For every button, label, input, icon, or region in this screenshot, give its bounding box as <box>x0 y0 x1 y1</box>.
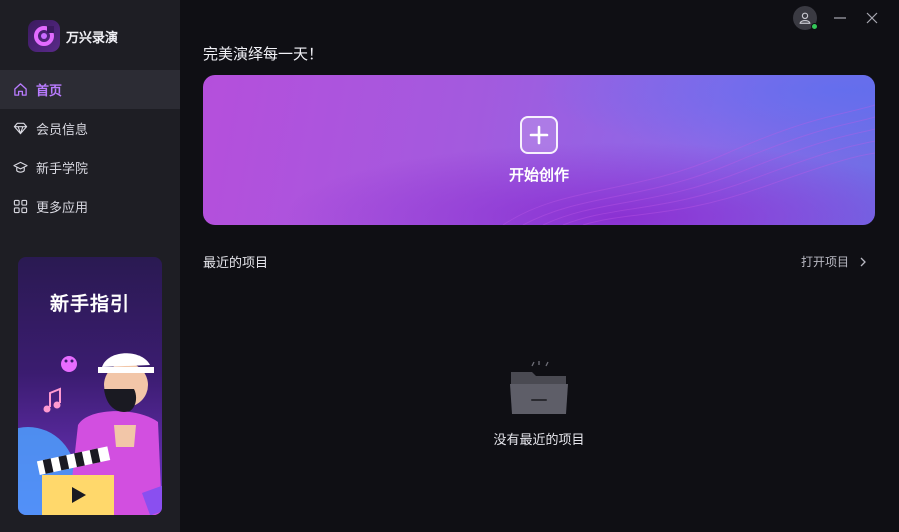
diamond-icon <box>12 121 28 137</box>
sidebar-item-label: 新手学院 <box>36 162 89 177</box>
close-button[interactable] <box>863 9 881 27</box>
guide-card-title: 新手指引 <box>49 293 130 315</box>
app-name: 万兴录演 <box>66 30 119 46</box>
sidebar-item-label: 会员信息 <box>36 123 89 138</box>
greeting-text: 完美演绎每一天！ <box>203 45 324 63</box>
beginner-guide-card[interactable]: 新手指引 <box>18 257 162 515</box>
window-controls <box>793 6 881 30</box>
sidebar-nav: 首页 会员信息 新手学院 更多应用 <box>0 70 180 226</box>
sidebar-item-more-apps[interactable]: 更多应用 <box>0 187 180 226</box>
recent-projects-title: 最近的项目 <box>203 256 269 271</box>
sidebar-item-label: 更多应用 <box>36 201 89 216</box>
start-creating-banner[interactable]: 开始创作 <box>203 75 875 225</box>
apps-grid-icon <box>12 199 28 215</box>
start-creating-label: 开始创作 <box>508 166 569 184</box>
online-status-dot <box>811 23 818 30</box>
create-plus-button[interactable] <box>520 116 558 154</box>
user-avatar[interactable] <box>793 6 818 30</box>
minimize-button[interactable] <box>831 9 849 27</box>
close-icon <box>866 12 878 24</box>
empty-recent-text: 没有最近的项目 <box>493 433 585 448</box>
sidebar-item-label: 首页 <box>36 84 63 99</box>
brand: 万兴录演 <box>28 20 118 52</box>
user-icon <box>799 12 811 24</box>
chevron-right-icon <box>859 257 867 267</box>
app-logo-icon <box>28 20 60 52</box>
sidebar-item-home[interactable]: 首页 <box>0 70 180 109</box>
home-icon <box>12 82 28 98</box>
graduation-cap-icon <box>12 160 28 176</box>
open-project-link[interactable]: 打开项目 <box>801 253 867 270</box>
open-project-label: 打开项目 <box>800 255 849 269</box>
sidebar-item-membership[interactable]: 会员信息 <box>0 109 180 148</box>
sidebar: 万兴录演 首页 会员信息 新手学院 更多应用 新手指引 <box>0 0 180 532</box>
plus-icon <box>529 125 549 145</box>
sidebar-item-academy[interactable]: 新手学院 <box>0 148 180 187</box>
empty-folder-icon <box>510 361 568 414</box>
minimize-icon <box>834 17 846 19</box>
